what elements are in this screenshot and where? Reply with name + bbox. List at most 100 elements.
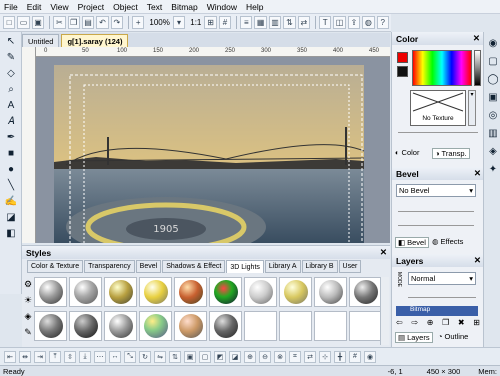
align-middle-icon[interactable]: ⇳ [64,350,76,363]
style-swatch[interactable] [34,311,67,341]
fill-tool-icon[interactable]: ◪ [3,210,19,224]
align-top-icon[interactable]: ⤒ [49,350,61,363]
texture-preview[interactable]: No Texture [410,90,466,126]
redo-icon[interactable]: ↷ [110,16,124,29]
outline-dock-icon[interactable]: ◈ [485,144,500,158]
snap-icon[interactable]: ⊹ [319,350,331,363]
color-spectrum[interactable] [412,50,472,86]
brush-tool-icon[interactable]: ✎ [3,50,19,64]
back-icon[interactable]: ◪ [229,350,241,363]
save-icon[interactable]: ▣ [31,16,45,29]
fit-icon[interactable]: ⊞ [204,16,217,29]
bevel-select[interactable]: No Bevel ▾ [396,184,476,197]
distribute-icon[interactable]: ⋯ [94,350,106,363]
canvas-image[interactable]: 1905 [36,57,390,243]
menu-window[interactable]: Window [207,2,237,12]
order-icon[interactable]: ⇅ [283,16,296,29]
texture-dropdown-icon[interactable]: ▾ [468,90,476,126]
cut-icon[interactable]: ✂ [53,16,66,29]
styles-dock-icon[interactable]: ✦ [485,162,500,176]
eraser-tool-icon[interactable]: ◧ [3,226,19,240]
open-icon[interactable]: ▭ [17,16,30,29]
effects-dock-icon[interactable]: ◎ [485,108,500,122]
front-icon[interactable]: ◩ [214,350,226,363]
tab-user[interactable]: User [338,260,362,273]
combine-icon[interactable]: ⊕ [244,350,256,363]
zoom-tool-icon[interactable]: ⌕ [3,82,19,96]
italic-text-icon[interactable]: 𝐴 [3,114,19,128]
pen-tool-icon[interactable]: ✍ [3,194,19,208]
tab-outline[interactable]: ◔ Outline [438,332,468,341]
ellipse-tool-icon[interactable]: ● [3,162,19,176]
flip-h-icon[interactable]: ⇋ [154,350,166,363]
style-swatch-empty[interactable] [349,311,382,341]
style-swatch-empty[interactable] [279,311,312,341]
eyedropper-icon[interactable]: ✒ [3,130,19,144]
color-dock-icon[interactable]: ◉ [485,36,500,50]
style-swatch[interactable] [314,277,347,307]
new-icon[interactable]: □ [3,16,16,29]
style-swatch[interactable] [69,277,102,307]
tab-transparency[interactable]: Transparency [84,260,135,273]
drop-icon[interactable]: ◈ [22,308,34,324]
unlock-icon[interactable]: ▢ [199,350,211,363]
style-swatch[interactable] [209,311,242,341]
flip-icon[interactable]: ⇄ [297,16,311,29]
tab-color-texture[interactable]: Color & Texture [27,260,84,273]
convert-icon[interactable]: ⇄ [304,350,316,363]
style-swatch[interactable] [104,277,137,307]
text-tool-icon[interactable]: T [318,16,332,29]
tab-3d-lights[interactable]: 3D Lights [226,260,264,273]
intersect-icon[interactable]: ⊗ [274,350,286,363]
space-icon[interactable]: ↔ [109,350,121,363]
tab-layers[interactable]: ▤ Layers [395,332,433,343]
align-icon[interactable]: ≡ [240,16,253,29]
lock-icon[interactable]: ▣ [184,350,196,363]
style-swatch[interactable] [209,277,242,307]
grid-toggle-icon[interactable]: # [349,350,361,363]
fill-color-swatch[interactable] [397,52,408,63]
bevel-depth-slider[interactable] [398,204,474,212]
tab-library-b[interactable]: Library B [301,260,338,273]
menu-project[interactable]: Project [78,2,104,12]
transform-tool-icon[interactable]: ◇ [3,66,19,80]
move-up-icon[interactable]: ⇦ [396,318,403,330]
layer-opacity-slider[interactable] [408,292,476,298]
align-right-icon[interactable]: ⇥ [34,350,46,363]
texture-dock-icon[interactable]: ▢ [485,54,500,68]
style-swatch[interactable] [279,277,312,307]
style-swatch[interactable] [174,311,207,341]
canvas-area[interactable]: 1905 [36,57,390,243]
crop-icon[interactable]: ⌗ [289,350,301,363]
delete-icon[interactable]: ✖ [458,318,465,330]
tab-untitled[interactable]: Untitled [22,34,60,47]
tab-library-a[interactable]: Library A [264,260,301,273]
export-icon[interactable]: ⇪ [347,16,361,29]
align-center-icon[interactable]: ⇹ [19,350,31,363]
tab-shadows-effect[interactable]: Shadows & Effect [162,260,226,273]
web-icon[interactable]: ◍ [362,16,375,29]
line-tool-icon[interactable]: ╲ [3,178,19,192]
style-swatch[interactable] [69,311,102,341]
flip-v-icon[interactable]: ⇅ [169,350,181,363]
tab-bevel[interactable]: ◧ Bevel [395,237,429,248]
align-left-icon[interactable]: ⇤ [4,350,16,363]
tab-transparency[interactable]: ◑ Transp. [432,148,470,159]
menu-file[interactable]: File [4,2,18,12]
align-bottom-icon[interactable]: ⤓ [79,350,91,363]
close-icon[interactable]: ✕ [474,168,481,179]
tab-bevel[interactable]: Bevel [135,260,162,273]
stroke-color-swatch[interactable] [397,66,408,77]
zoom-dropdown-icon[interactable]: ▾ [172,16,186,29]
brightness-slider[interactable] [474,50,481,86]
menu-help[interactable]: Help [246,2,263,12]
light-icon[interactable]: ☀ [22,292,34,308]
tab-effects[interactable]: ◍ Effects [432,237,463,246]
zoom-in-icon[interactable]: + [132,16,145,29]
move-down-icon[interactable]: ⇨ [411,318,418,330]
layer-item[interactable]: Bitmap [396,306,478,316]
style-swatch[interactable] [174,277,207,307]
bevel-dock-icon[interactable]: ◯ [485,72,500,86]
menu-bitmap[interactable]: Bitmap [171,2,197,12]
menu-text[interactable]: Text [147,2,163,12]
